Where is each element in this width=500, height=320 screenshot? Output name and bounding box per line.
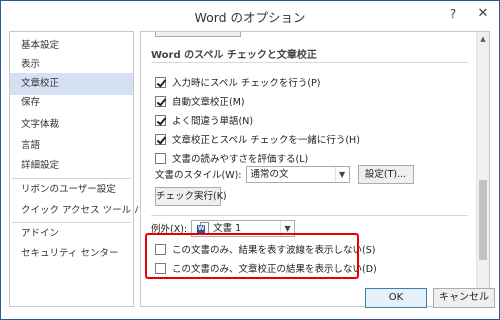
scroll-thumb[interactable] [479,180,487,260]
checkbox[interactable] [155,133,166,145]
check-document-button[interactable]: チェック実行(K) [155,187,227,206]
option-readability-statistics[interactable]: 文書の読みやすさを評価する(L) [155,150,308,166]
section-divider [151,215,468,216]
writing-style-row: 文書のスタイル(W): 通常の文 ▼ 設定(T)... [155,164,414,184]
word-options-dialog: Word のオプション ? ✕ 基本設定 表示 文章校正 保存 文字体裁 言語 … [0,0,500,320]
scroll-up-icon[interactable]: ▲ [477,33,489,45]
option-frequently-confused-words[interactable]: よく間違う単語(N) [155,112,253,128]
checkbox[interactable] [155,95,166,107]
close-icon[interactable]: ✕ [473,5,493,23]
checkbox[interactable] [155,152,166,164]
window-title: Word のオプション [194,10,306,25]
writing-style-select[interactable]: 通常の文 ▼ [245,165,350,183]
option-check-grammar-with-spelling[interactable]: 文章校正とスペル チェックを一緒に行う(H) [155,131,360,147]
sidebar-item-customize-ribbon[interactable]: リボンのユーザー設定 [10,179,133,201]
help-icon[interactable]: ? [443,5,463,23]
settings-button[interactable]: 設定(T)... [357,164,414,184]
chevron-down-icon: ▼ [334,166,349,182]
option-label: よく間違う単語(N) [172,116,254,127]
writing-style-value: 通常の文 [250,168,289,180]
section-title: Word のスペル チェックと文章校正 [151,50,317,61]
sidebar-item-language[interactable]: 言語 [10,135,133,157]
option-label: 自動文章校正(M) [172,97,245,108]
sidebar-item-typography[interactable]: 文字体裁 [10,114,133,136]
option-label: 文書の読みやすさを評価する(L) [172,154,309,165]
option-label: 入力時にスペル チェックを行う(P) [172,78,321,89]
option-label: 文章校正とスペル チェックを一緒に行う(H) [172,135,360,146]
sidebar-item-quick-access-toolbar[interactable]: クイック アクセス ツール バー [10,200,153,222]
section-divider [151,62,468,63]
sidebar-item-advanced[interactable]: 詳細設定 [10,155,133,177]
option-check-spelling-as-you-type[interactable]: 入力時にスペル チェックを行う(P) [155,74,321,90]
vertical-scrollbar[interactable]: ▲ ▼ [476,32,489,306]
writing-style-label: 文書のスタイル(W): [155,170,242,181]
clipped-button[interactable] [155,32,241,37]
ok-button[interactable]: OK [365,288,427,308]
sidebar-item-trust-center[interactable]: セキュリティ センター [10,243,133,265]
sidebar-item-add-ins[interactable]: アドイン [10,223,133,245]
checkbox[interactable] [155,76,166,88]
highlight-annotation [145,233,359,279]
cancel-button[interactable]: キャンセル [433,288,495,308]
checkbox[interactable] [155,114,166,126]
option-mark-grammar-errors[interactable]: 自動文章校正(M) [155,93,245,109]
sidebar: 基本設定 表示 文章校正 保存 文字体裁 言語 詳細設定 リボンのユーザー設定 … [9,31,153,307]
title-bar: Word のオプション ? ✕ [1,1,499,29]
sidebar-item-save[interactable]: 保存 [10,92,133,114]
